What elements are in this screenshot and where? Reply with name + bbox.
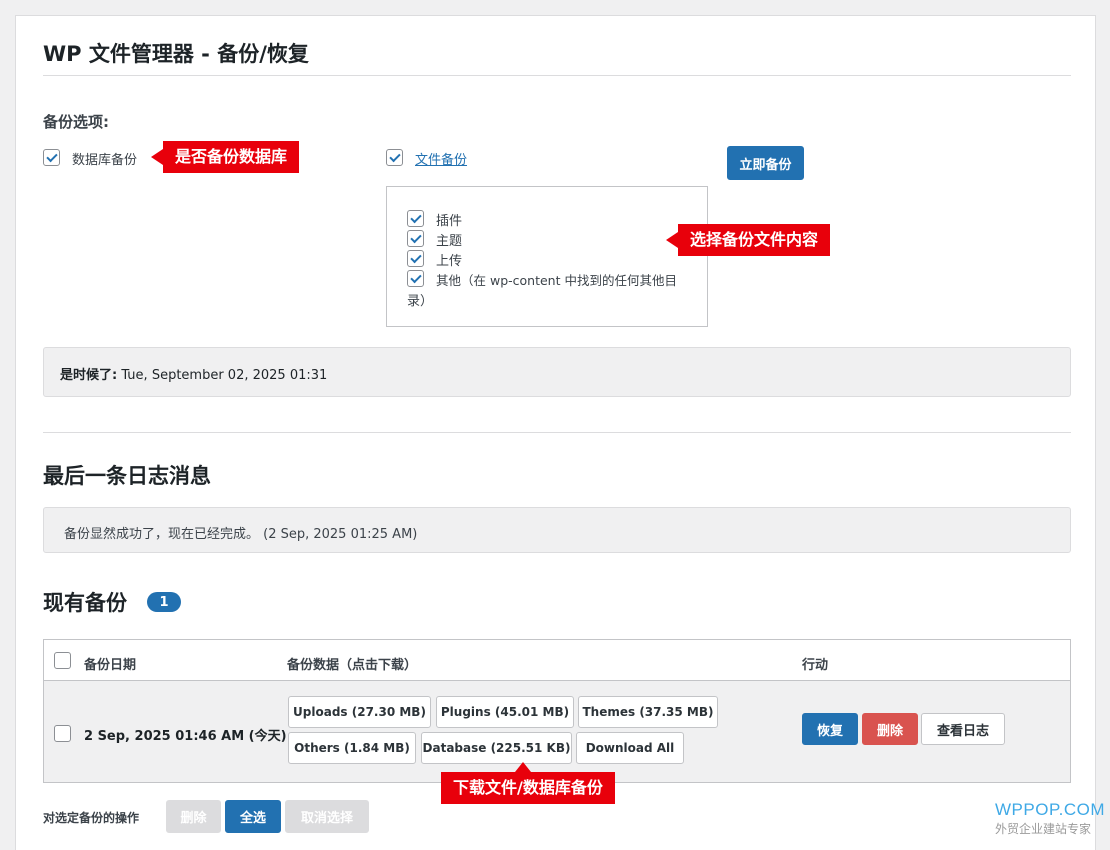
page-title: WP 文件管理器 - 备份/恢复 [43, 42, 309, 66]
plugins-label: 插件 [436, 214, 463, 229]
delete-button[interactable]: 删除 [862, 713, 918, 745]
col-date: 备份日期 [84, 658, 137, 673]
plugins-checkbox[interactable] [407, 210, 424, 227]
select-all-checkbox[interactable] [54, 652, 71, 669]
restore-button[interactable]: 恢复 [802, 713, 858, 745]
watermark-title: WPPOP.COM [995, 800, 1105, 819]
backup-date: 2 Sep, 2025 01:46 AM (今天) [84, 729, 287, 744]
download-all-button[interactable]: Download All [576, 732, 684, 764]
themes-label: 主题 [436, 234, 463, 249]
backups-table: 备份日期 备份数据（点击下载） 行动 2 Sep, 2025 01:46 AM … [43, 639, 1071, 783]
row-checkbox[interactable] [54, 725, 71, 742]
database-callout: 是否备份数据库 [150, 141, 300, 173]
col-actions: 行动 [802, 658, 829, 673]
view-log-button[interactable]: 查看日志 [921, 713, 1005, 745]
col-data: 备份数据（点击下载） [287, 658, 418, 673]
download-plugins-button[interactable]: Plugins (45.01 MB) [436, 696, 574, 728]
existing-backups-heading: 现有备份 [43, 591, 127, 615]
schedule-line: 是时候了: Tue, September 02, 2025 01:31 [60, 364, 327, 383]
backup-panel: WP 文件管理器 - 备份/恢复 备份选项: 数据库备份 是否备份数据库 文件备… [15, 15, 1096, 850]
download-themes-button[interactable]: Themes (37.35 MB) [578, 696, 718, 728]
themes-checkbox[interactable] [407, 230, 424, 247]
download-uploads-button[interactable]: Uploads (27.30 MB) [288, 696, 431, 728]
backup-options-heading: 备份选项: [43, 113, 109, 131]
bulk-delete-button[interactable]: 删除 [166, 800, 221, 833]
database-backup-checkbox[interactable] [43, 149, 60, 166]
table-header: 备份日期 备份数据（点击下载） 行动 [44, 640, 1070, 681]
last-log-heading: 最后一条日志消息 [43, 464, 211, 488]
others-label: 其他（在 wp-content 中找到的任何其他目 [436, 273, 677, 288]
file-items-box: 插件 主题 上传 其他（在 wp-content 中找到的任何其他目 录） [386, 186, 708, 327]
bulk-actions-label: 对选定备份的操作 [43, 811, 140, 825]
schedule-box: 是时候了: Tue, September 02, 2025 01:31 [43, 347, 1071, 397]
table-row: 2 Sep, 2025 01:46 AM (今天) Uploads (27.30… [44, 681, 1070, 782]
others-checkbox[interactable] [407, 270, 424, 287]
watermark-subtitle: 外贸企业建站专家 [995, 822, 1092, 836]
last-log-message: 备份显然成功了，现在已经完成。 (2 Sep, 2025 01:25 AM) [64, 527, 418, 542]
download-callout: 下载文件/数据库备份 [441, 762, 615, 804]
bulk-select-all-button[interactable]: 全选 [225, 800, 281, 833]
uploads-label: 上传 [436, 254, 463, 269]
files-backup-checkbox[interactable] [386, 149, 403, 166]
files-callout: 选择备份文件内容 [665, 224, 831, 256]
database-backup-label: 数据库备份 [72, 153, 138, 168]
last-log-box: 备份显然成功了，现在已经完成。 (2 Sep, 2025 01:25 AM) [43, 507, 1071, 553]
title-divider [43, 75, 1071, 76]
others-label-wrap: 录） [407, 294, 434, 309]
download-database-button[interactable]: Database (225.51 KB) [421, 732, 572, 764]
backup-count-badge: 1 [147, 592, 181, 612]
download-others-button[interactable]: Others (1.84 MB) [288, 732, 416, 764]
section-divider [43, 432, 1071, 433]
bulk-deselect-button[interactable]: 取消选择 [285, 800, 369, 833]
schedule-label: 是时候了: [60, 368, 118, 383]
uploads-checkbox[interactable] [407, 250, 424, 267]
schedule-value: Tue, September 02, 2025 01:31 [121, 368, 328, 383]
backup-now-button[interactable]: 立即备份 [727, 146, 804, 180]
files-backup-link[interactable]: 文件备份 [415, 149, 467, 168]
